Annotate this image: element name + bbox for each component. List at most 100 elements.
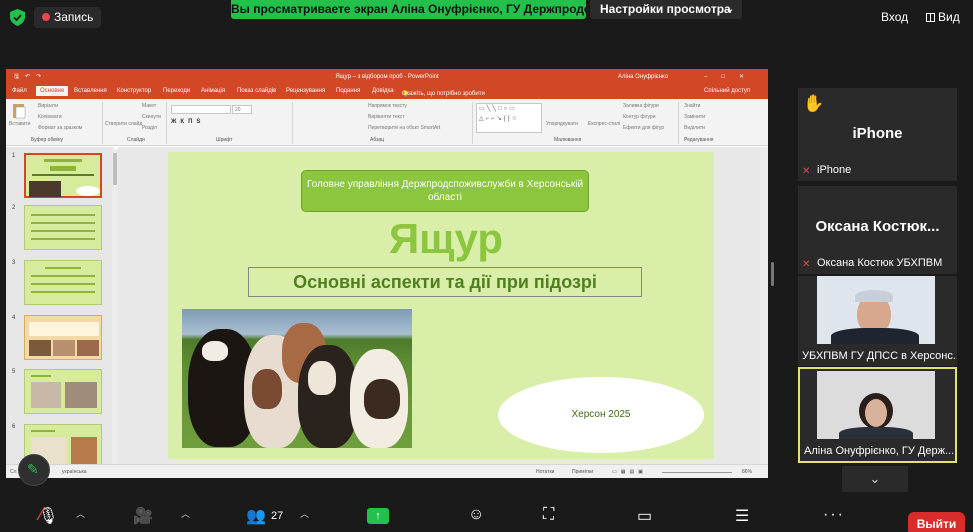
video-off-icon[interactable]: 🎥 [133,506,153,526]
comments-button[interactable]: Примітки [572,469,593,475]
share-link[interactable]: Спільний доступ [704,88,750,94]
thumb-text [29,322,99,336]
thumb-bar [50,166,76,171]
ribbon-divider [292,102,293,144]
resize-handle[interactable] [771,262,774,286]
scrollbar-thumb[interactable] [113,153,117,185]
chevron-down-icon: ⌄ [725,4,734,15]
section-button[interactable]: Розділ [142,125,157,131]
participant-tile-iphone[interactable]: ✋ iPhone ✕ iPhone [798,88,957,181]
reset-button[interactable]: Скинути [142,114,161,120]
slide-thumbnail-1[interactable] [24,153,102,198]
paste-button[interactable]: Вставити [9,121,30,127]
apps-icon[interactable]: ⛶ [543,506,554,524]
shape-fill-button[interactable]: Заливка фігури [623,103,659,109]
participants-options-chevron-icon[interactable]: ︿ [300,507,309,520]
thumb-bar [45,267,81,269]
person-body [839,427,913,439]
share-screen-button[interactable]: ↑ [367,508,389,524]
thumb-photo [29,340,51,356]
view-mode-icons[interactable]: ▭▦▤▣ [612,469,647,475]
smartart-button[interactable]: Перетворити на обєкт SmartArt [368,125,440,131]
chat-icon[interactable]: ▭ [637,506,652,526]
video-options-chevron-icon[interactable]: ︿ [181,507,190,520]
tab-review[interactable]: Рецензування [286,88,325,94]
zoom-slider[interactable] [662,472,732,473]
participant-video [817,276,935,344]
participant-label: Аліна Онуфрієнко, ГУ Держ... [804,445,954,457]
participant-name: Оксана Костюк УБХПВМ [817,257,943,269]
tab-help[interactable]: Довідка [372,88,394,94]
ribbon-divider [678,102,679,144]
notes-icon[interactable]: ☰ [735,506,749,526]
font-name-field[interactable] [171,105,231,114]
tab-design[interactable]: Конструктор [117,88,151,94]
font-size-field[interactable]: 20 [232,105,252,114]
shield-check-icon[interactable] [10,9,25,26]
editor-scrollbar[interactable] [760,147,768,464]
align-text-button[interactable]: Вирівняти текст [368,114,405,120]
slide-thumbnail-4[interactable] [24,315,102,360]
layout-button[interactable]: Макет [142,103,156,109]
tab-view[interactable]: Подання [336,88,360,94]
tab-home[interactable]: Основне [36,86,69,96]
zoom-level[interactable]: 86% [742,469,752,475]
slide-number: 3 [12,260,16,266]
slide-number: 1 [12,153,16,159]
annotate-pen-button[interactable]: ✎ [18,454,50,486]
slide-thumbnail-3[interactable] [24,260,102,305]
participants-icon[interactable]: 👥 [246,506,266,526]
participant-tile-oksana[interactable]: Оксана Костюк... ✕ Оксана Костюк УБХПВМ [798,186,957,274]
find-button[interactable]: Знайти [684,103,700,109]
sign-in-button[interactable]: Вход [881,10,908,24]
select-button[interactable]: Виділити [684,125,705,131]
tab-animations[interactable]: Анімація [201,88,225,94]
slide-footer-ellipse: Херсон 2025 [498,377,704,453]
cows-photo [182,309,412,448]
view-button[interactable]: Вид [926,10,960,24]
tab-slideshow[interactable]: Показ слайдів [237,88,276,94]
tab-insert[interactable]: Вставлення [74,88,107,94]
font-format-icons[interactable]: ЖКПS [171,119,204,125]
ppt-status-bar: Сл українська Нотатки Примітки ▭▦▤▣ 86% [6,464,768,478]
slide-number: 2 [12,205,16,211]
paste-icon[interactable] [10,103,28,119]
thumb-photo [71,437,97,465]
format-painter-button[interactable]: Формат за зразком [38,125,82,131]
thumb-bar [31,291,95,293]
slide-thumbnail-2[interactable] [24,205,102,250]
view-label: Вид [938,10,960,24]
text-direction-button[interactable]: Напрямок тексту [368,103,407,109]
participant-display-name: Оксана Костюк... [815,218,940,235]
quick-styles-button[interactable]: Експрес-стилі [588,121,620,127]
view-options-label: Настройки просмотра [600,2,731,16]
shape-effects-button[interactable]: Ефекти для фігур [623,125,664,131]
status-language: українська [62,469,87,475]
more-icon[interactable]: ··· [823,506,845,524]
participant-tile-ubhpvm[interactable]: УБХПВМ ГУ ДПСС в Херсонс... [798,276,957,366]
shape-outline-button[interactable]: Контур фігури [623,114,655,120]
tab-file[interactable]: Файл [12,88,27,94]
view-options-button[interactable]: Настройки просмотра ⌄ [590,0,742,19]
cut-button[interactable]: Вирізати [38,103,58,109]
grid-icon [926,13,935,22]
audio-options-chevron-icon[interactable]: ︿ [76,507,85,520]
arrange-button[interactable]: Упорядкувати [546,121,578,127]
shapes-gallery[interactable]: ▭╲╲□○▭ △⌐⌐↘{}☆ [476,103,542,133]
share-arrow-icon: ↑ [375,510,381,522]
person-body [831,328,919,344]
notes-button[interactable]: Нотатки [536,469,554,475]
slide-thumbnail-5[interactable] [24,369,102,414]
new-slide-button[interactable]: Створити слайд [105,121,142,127]
replace-button[interactable]: Замінити [684,114,705,120]
copy-button[interactable]: Копіювати [38,114,62,120]
record-button[interactable]: Запись [34,7,102,28]
slide-title: Ящур [388,215,504,262]
thumb-bar [31,230,95,232]
participant-tile-alina[interactable]: Аліна Онуфрієнко, ГУ Держ... [798,367,957,463]
scroll-down-button[interactable]: ⌄ [842,466,908,492]
group-slides: Слайди [127,137,145,143]
reactions-icon[interactable]: ☺ [468,506,484,524]
tab-transitions[interactable]: Переходи [163,88,190,94]
leave-button[interactable]: Выйти [908,512,965,532]
